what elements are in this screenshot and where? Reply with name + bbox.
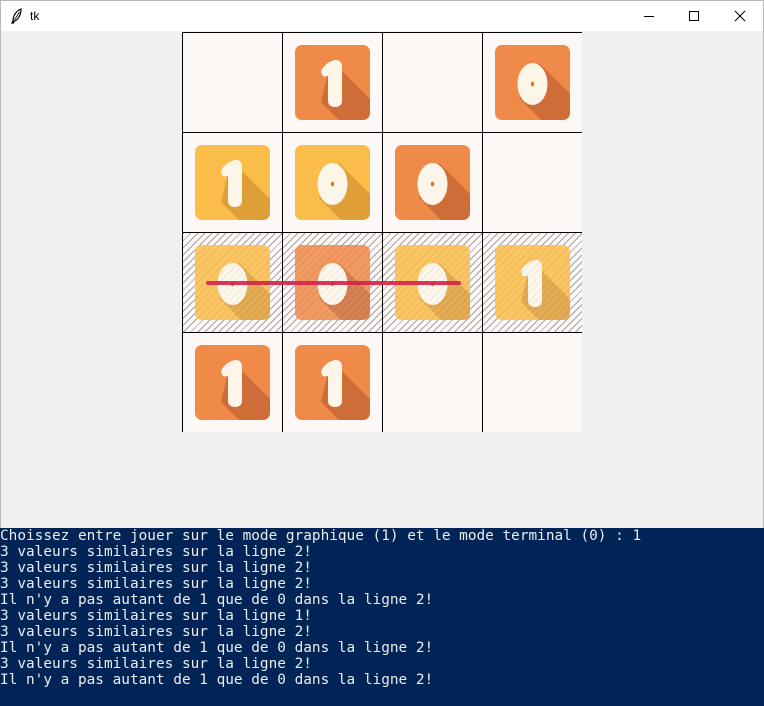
maximize-button[interactable] xyxy=(671,1,717,31)
title-bar[interactable]: tk xyxy=(1,1,763,31)
board-cell[interactable] xyxy=(182,32,282,132)
board-cell[interactable] xyxy=(282,132,382,232)
row-strike-line xyxy=(206,281,461,285)
tile-one xyxy=(195,145,270,220)
terminal-line: 3 valeurs similaires sur la ligne 2! xyxy=(0,544,312,560)
tile-one xyxy=(295,345,370,420)
digit-zero-glyph xyxy=(517,63,570,120)
digit-zero-glyph xyxy=(417,163,470,220)
terminal-line: Il n'y a pas autant de 1 que de 0 dans l… xyxy=(0,592,434,608)
terminal-line: 3 valeurs similaires sur la ligne 2! xyxy=(0,576,312,592)
game-board xyxy=(182,32,582,432)
terminal-line: 3 valeurs similaires sur la ligne 2! xyxy=(0,624,312,640)
digit-one-glyph xyxy=(221,360,270,420)
terminal-line: Il n'y a pas autant de 1 que de 0 dans l… xyxy=(0,672,434,688)
board-cell[interactable] xyxy=(182,132,282,232)
close-button[interactable] xyxy=(717,1,763,31)
digit-one-glyph xyxy=(321,360,370,420)
board-cell[interactable] xyxy=(382,332,482,432)
board-cell[interactable] xyxy=(482,132,582,232)
board-cell[interactable] xyxy=(182,332,282,432)
board-cell[interactable] xyxy=(482,332,582,432)
minimize-icon xyxy=(644,16,654,17)
tile-zero xyxy=(295,145,370,220)
digit-one-glyph xyxy=(521,260,570,320)
board-cell[interactable] xyxy=(282,332,382,432)
terminal-line: 3 valeurs similaires sur la ligne 2! xyxy=(0,656,312,672)
board-cell[interactable] xyxy=(482,32,582,132)
window-title: tk xyxy=(30,9,40,23)
tile-one xyxy=(295,45,370,120)
digit-zero-glyph xyxy=(317,163,370,220)
terminal-line: Choissez entre jouer sur le mode graphiq… xyxy=(0,528,642,544)
terminal-output: Choissez entre jouer sur le mode graphiq… xyxy=(0,528,764,706)
tile-zero xyxy=(395,145,470,220)
terminal-line: 3 valeurs similaires sur la ligne 2! xyxy=(0,560,312,576)
minimize-button[interactable] xyxy=(626,1,672,31)
tile-zero xyxy=(495,45,570,120)
maximize-icon xyxy=(689,11,699,21)
tk-window: tk xyxy=(0,0,764,529)
digit-one-glyph xyxy=(321,60,370,120)
tile-one xyxy=(195,345,270,420)
terminal-line: Il n'y a pas autant de 1 que de 0 dans l… xyxy=(0,640,434,656)
feather-icon xyxy=(11,8,22,24)
board-cell[interactable] xyxy=(482,232,582,332)
board-cell[interactable] xyxy=(382,132,482,232)
tile-one xyxy=(495,245,570,320)
board-cell[interactable] xyxy=(282,32,382,132)
terminal-line: 3 valeurs similaires sur la ligne 1! xyxy=(0,608,312,624)
digit-one-glyph xyxy=(221,160,270,220)
close-icon xyxy=(734,10,746,22)
board-cell[interactable] xyxy=(382,32,482,132)
